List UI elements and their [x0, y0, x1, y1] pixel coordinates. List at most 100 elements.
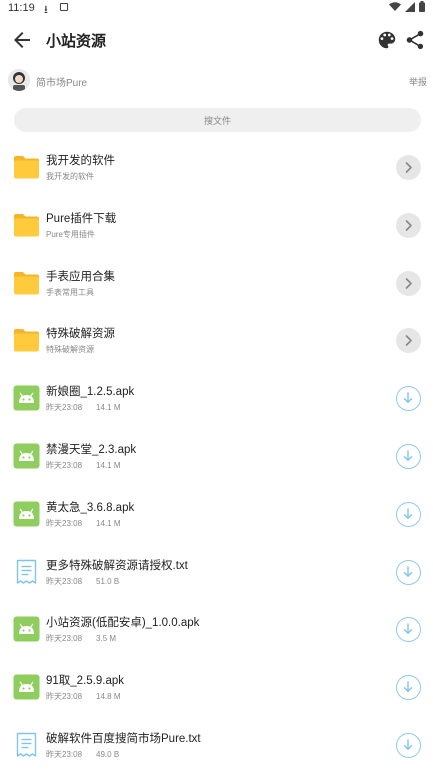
item-size: 14.8 M	[96, 692, 121, 702]
open-folder-button[interactable]	[396, 328, 421, 354]
item-date: 昨天23:08	[46, 403, 83, 413]
text-file-icon	[13, 732, 40, 758]
chevron-right-icon	[405, 277, 412, 289]
item-date: 昨天23:08	[46, 576, 83, 586]
download-arrow-icon	[403, 450, 413, 461]
item-text: 新娘圈_1.2.5.apk 昨天23:08 14.1 M	[46, 383, 134, 413]
folder-icon	[13, 154, 40, 180]
item-description: 我开发的软件	[46, 172, 94, 181]
download-button[interactable]	[396, 559, 421, 585]
item-size: 3.5 M	[96, 634, 117, 644]
item-meta: 昨天23:08 51.0 B	[46, 576, 188, 587]
wifi-icon	[389, 1, 401, 11]
search-bar[interactable]: 搜文件	[14, 108, 421, 132]
open-folder-button[interactable]	[396, 155, 421, 180]
avatar[interactable]	[8, 69, 30, 91]
item-meta: 昨天23:08 3.5 M	[46, 633, 199, 644]
item-date: 昨天23:08	[46, 518, 83, 528]
download-arrow-icon	[403, 681, 413, 693]
chevron-right-icon	[405, 162, 412, 173]
item-meta: 昨天23:08 14.1 M	[46, 518, 134, 529]
item-date: 昨天23:08	[46, 749, 83, 759]
author-row[interactable]: 简市场Pure 举报	[0, 64, 433, 98]
status-icons	[389, 1, 425, 12]
item-date: 昨天23:08	[46, 460, 83, 470]
file-row[interactable]: 更多特殊破解资源请授权.txt 昨天23:08 51.0 B	[0, 544, 433, 602]
item-text: 黄太急_3.6.8.apk 昨天23:08 14.1 M	[46, 499, 134, 529]
item-size: 51.0 B	[96, 576, 120, 586]
android-apk-icon	[13, 616, 40, 642]
item-name: 更多特殊破解资源请授权.txt	[46, 559, 188, 572]
download-button[interactable]	[396, 675, 421, 701]
item-text: 91取_2.5.9.apk 昨天23:08 14.8 M	[46, 672, 124, 702]
download-arrow-icon	[403, 565, 413, 577]
item-text: 我开发的软件 我开发的软件	[46, 152, 115, 182]
item-text: 手表应用合集 手表常用工具	[46, 268, 115, 298]
file-row[interactable]: 91取_2.5.9.apk 昨天23:08 14.8 M	[0, 659, 433, 717]
item-description: 特殊破解资源	[46, 345, 94, 355]
author-name[interactable]: 简市场Pure	[36, 74, 87, 89]
item-meta: 昨天23:08 49.0 B	[46, 749, 201, 760]
file-row[interactable]: 破解软件百度搜简市场Pure.txt 昨天23:08 49.0 B	[0, 717, 433, 775]
item-name: 黄太急_3.6.8.apk	[46, 501, 135, 514]
notification-icon	[60, 3, 68, 11]
chevron-right-icon	[405, 219, 412, 231]
item-text: 更多特殊破解资源请授权.txt 昨天23:08 51.0 B	[46, 557, 188, 587]
open-folder-button[interactable]	[396, 212, 421, 238]
download-arrow-icon	[403, 623, 413, 635]
battery-icon	[419, 1, 425, 12]
item-text: 破解软件百度搜简市场Pure.txt 昨天23:08 49.0 B	[46, 730, 201, 760]
item-text: 禁漫天堂_2.3.apk 昨天23:08 14.1 M	[46, 441, 136, 471]
item-name: 破解软件百度搜简市场Pure.txt	[46, 732, 201, 745]
report-button[interactable]: 举报	[409, 75, 427, 88]
item-name: Pure插件下载	[46, 212, 117, 225]
share-icon[interactable]	[404, 29, 426, 51]
item-description: 手表常用工具	[46, 287, 94, 297]
download-arrow-icon	[403, 508, 413, 519]
folder-row[interactable]: 我开发的软件 我开发的软件	[0, 139, 433, 197]
item-size: 14.1 M	[96, 403, 121, 413]
item-date: 昨天23:08	[46, 634, 83, 644]
file-row[interactable]: 黄太急_3.6.8.apk 昨天23:08 14.1 M	[0, 486, 433, 544]
signal-icon	[405, 1, 415, 12]
text-file-icon	[13, 559, 40, 585]
download-button[interactable]	[396, 732, 421, 758]
item-meta: 昨天23:08 14.8 M	[46, 691, 124, 702]
download-button[interactable]	[396, 617, 421, 643]
status-bar: 11:19 ⭳	[0, 0, 433, 16]
android-apk-icon	[13, 674, 40, 700]
download-button[interactable]	[396, 443, 421, 469]
item-name: 我开发的软件	[46, 155, 115, 167]
chevron-right-icon	[405, 335, 412, 347]
item-size: 49.0 B	[96, 749, 120, 759]
back-arrow-icon[interactable]	[10, 28, 34, 52]
file-row[interactable]: 禁漫天堂_2.3.apk 昨天23:08 14.1 M	[0, 428, 433, 486]
item-text: 小站资源(低配安卓)_1.0.0.apk 昨天23:08 3.5 M	[46, 614, 199, 644]
folder-row[interactable]: 特殊破解资源 特殊破解资源	[0, 312, 433, 370]
android-apk-icon	[13, 443, 40, 469]
palette-icon[interactable]	[376, 29, 398, 51]
avatar-image	[8, 69, 30, 91]
file-row[interactable]: 小站资源(低配安卓)_1.0.0.apk 昨天23:08 3.5 M	[0, 601, 433, 659]
page-title: 小站资源	[46, 33, 107, 50]
item-name: 91取_2.5.9.apk	[46, 675, 125, 688]
folder-icon	[13, 327, 40, 353]
item-name: 手表应用合集	[46, 270, 115, 283]
folder-row[interactable]: 手表应用合集 手表常用工具	[0, 255, 433, 313]
item-name: 小站资源(低配安卓)_1.0.0.apk	[46, 617, 200, 630]
search-placeholder: 搜文件	[203, 116, 231, 126]
app-bar: 小站资源	[0, 16, 433, 64]
download-arrow-icon	[403, 739, 413, 750]
open-folder-button[interactable]	[396, 270, 421, 296]
status-time: 11:19	[8, 2, 35, 14]
download-button[interactable]	[396, 386, 421, 412]
download-button[interactable]	[396, 501, 421, 527]
folder-row[interactable]: Pure插件下载 Pure专用插件	[0, 197, 433, 255]
item-description: Pure专用插件	[46, 229, 95, 239]
item-name: 新娘圈_1.2.5.apk	[46, 386, 135, 399]
file-row[interactable]: 新娘圈_1.2.5.apk 昨天23:08 14.1 M	[0, 370, 433, 428]
item-name: 禁漫天堂_2.3.apk	[46, 443, 137, 456]
download-arrow-icon	[403, 392, 413, 404]
android-apk-icon	[13, 385, 40, 411]
file-list: 我开发的软件 我开发的软件 Pure插件下载 Pure专用插件 手表应用合集 手表常用工具…	[0, 139, 433, 775]
